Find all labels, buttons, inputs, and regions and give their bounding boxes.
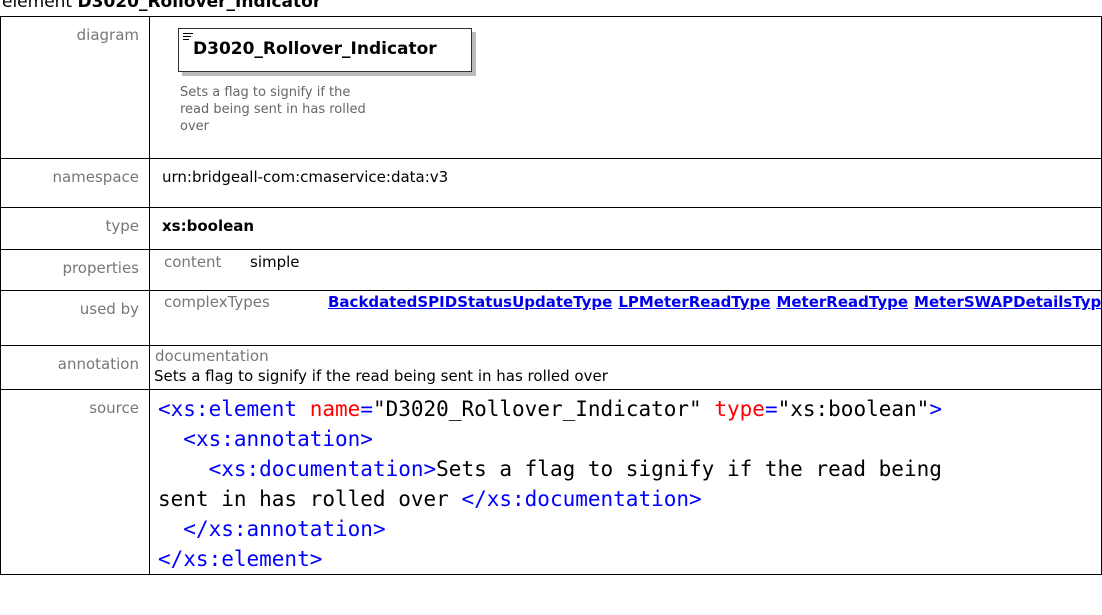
element-header-name: D3020_Rollover_Indicator [77, 0, 322, 12]
element-header: element D3020_Rollover_Indicator [2, 0, 321, 12]
used-by-links: BackdatedSPIDStatusUpdateType LPMeterRead… [328, 293, 1102, 311]
label-source: source [0, 389, 150, 575]
source-code: <xs:element name="D3020_Rollover_Indicat… [158, 397, 942, 571]
element-diagram-name: D3020_Rollover_Indicator [193, 39, 437, 59]
label-used-by: used by [0, 290, 150, 346]
src-doc-text-1: Sets a flag to signify if the read being [436, 457, 942, 481]
properties-value: simple [250, 253, 300, 271]
label-annotation: annotation [0, 345, 150, 390]
src-attr-name: name [309, 397, 361, 421]
link-backdated-spid-status-update-type[interactable]: BackdatedSPIDStatusUpdateType [328, 293, 612, 311]
src-doc-text-2: sent in has rolled over [158, 487, 462, 511]
annotation-cell: documentation Sets a flag to signify if … [149, 345, 1102, 390]
element-diagram-doc: Sets a flag to signify if the read being… [180, 85, 366, 134]
used-by-key: complexTypes [164, 293, 270, 311]
row-diagram: diagram D3020_Rollover_Indicator Sets a … [0, 16, 1102, 159]
annotation-key: documentation [155, 347, 269, 365]
type-value: xs:boolean [149, 207, 1102, 250]
label-properties: properties [0, 249, 150, 291]
link-lp-meter-read-type[interactable]: LPMeterReadType [618, 293, 770, 311]
row-source: source <xs:element name="D3020_Rollover_… [0, 389, 1102, 575]
row-used-by: used by complexTypes BackdatedSPIDStatusU… [0, 290, 1102, 346]
src-documentation-open: <xs:documentation> [208, 457, 437, 481]
src-annotation-open: <xs:annotation> [183, 427, 373, 451]
label-namespace: namespace [0, 158, 150, 208]
element-diagram[interactable]: D3020_Rollover_Indicator Sets a flag to … [178, 28, 472, 135]
annotation-value: Sets a flag to signify if the read being… [154, 367, 608, 385]
element-doc-table: diagram D3020_Rollover_Indicator Sets a … [0, 16, 1102, 575]
src-element-close: </xs:element> [158, 547, 323, 571]
namespace-value: urn:bridgeall-com:cmaservice:data:v3 [149, 158, 1102, 208]
used-by-cell: complexTypes BackdatedSPIDStatusUpdateTyp… [149, 290, 1102, 346]
src-annotation-close: </xs:annotation> [183, 517, 386, 541]
element-list-icon [183, 33, 193, 42]
row-properties: properties content simple [0, 249, 1102, 291]
src-documentation-close: </xs:documentation> [461, 487, 702, 511]
row-annotation: annotation documentation Sets a flag to … [0, 345, 1102, 390]
link-meter-read-type[interactable]: MeterReadType [776, 293, 908, 311]
properties-key: content [164, 253, 222, 271]
src-element-open: <xs:element [158, 397, 298, 421]
link-meter-swap-details-type[interactable]: MeterSWAPDetailsType [914, 293, 1102, 311]
src-gt: > [929, 397, 942, 421]
src-attr-type: type [714, 397, 765, 421]
src-attr-name-value: "D3020_Rollover_Indicator" [372, 397, 702, 421]
src-attr-type-value: "xs:boolean" [777, 397, 930, 421]
row-type: type xs:boolean [0, 207, 1102, 250]
element-diagram-box[interactable]: D3020_Rollover_Indicator [178, 28, 472, 72]
label-type: type [0, 207, 150, 250]
properties-cell: content simple [149, 249, 1102, 291]
row-namespace: namespace urn:bridgeall-com:cmaservice:d… [0, 158, 1102, 208]
label-diagram: diagram [0, 16, 150, 159]
diagram-cell: D3020_Rollover_Indicator Sets a flag to … [149, 16, 1102, 159]
element-header-prefix: element [2, 0, 73, 12]
source-cell: <xs:element name="D3020_Rollover_Indicat… [149, 389, 1102, 575]
